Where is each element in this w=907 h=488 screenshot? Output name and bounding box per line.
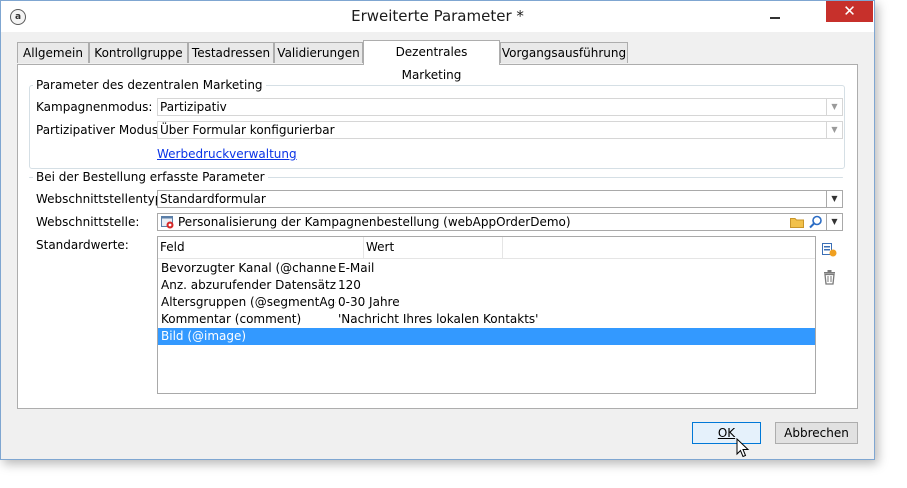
marketing-group-legend: Parameter des dezentralen Marketing (33, 78, 266, 92)
mouse-cursor-icon (736, 438, 750, 458)
minimize-button[interactable] (761, 4, 789, 26)
order-group-legend: Bei der Bestellung erfasste Parameter (33, 170, 268, 184)
search-icon[interactable] (809, 215, 823, 229)
row-value: 0-30 Jahre (338, 295, 400, 309)
tab-validierungen[interactable]: Validierungen (274, 42, 363, 63)
interface-type-label: Webschnittstellentyp: (36, 192, 167, 206)
campaign-mode-select[interactable]: Partizipativ ▼ (157, 98, 843, 116)
webapp-icon (161, 216, 174, 229)
row-field: Kommentar (comment) (161, 312, 302, 326)
interface-type-value: Standardformular (160, 192, 266, 206)
row-field: Altersgruppen (@segmentAge) (161, 295, 336, 309)
close-button[interactable]: ✕ (826, 1, 873, 22)
chevron-down-icon: ▼ (826, 122, 842, 138)
folder-icon[interactable] (790, 216, 804, 228)
interface-type-select[interactable]: Standardformular ▼ (157, 190, 843, 208)
cancel-button-label: Abbrechen (784, 426, 849, 440)
column-header-wert[interactable]: Wert (364, 237, 503, 258)
table-row[interactable]: Bevorzugter Kanal (@channel) E-Mail (158, 260, 815, 277)
tab-testadressen[interactable]: Testadressen (188, 42, 274, 63)
window-title: Erweiterte Parameter * (351, 7, 524, 25)
add-row-icon[interactable] (821, 241, 837, 257)
ok-button[interactable]: OK (692, 422, 761, 444)
interface-select[interactable]: Personalisierung der Kampagnenbestellung… (157, 213, 843, 231)
participative-mode-label: Partizipativer Modus: (36, 123, 163, 137)
tab-kontrollgruppe[interactable]: Kontrollgruppe (89, 42, 188, 63)
table-row[interactable]: Kommentar (comment) 'Nachricht Ihres lok… (158, 311, 815, 328)
werbedruck-link[interactable]: Werbedruckverwaltung (157, 147, 297, 161)
row-value: 120 (338, 278, 361, 292)
chevron-down-icon: ▼ (826, 191, 842, 207)
participative-mode-value: Über Formular konfigurierbar (160, 123, 335, 137)
tab-dezentrales-marketing[interactable]: Dezentrales Marketing (363, 40, 500, 82)
table-header: Feld Wert (158, 237, 815, 259)
chevron-down-icon: ▼ (826, 214, 842, 230)
title-bar[interactable]: a Erweiterte Parameter * ✕ (1, 1, 874, 32)
trash-icon[interactable] (822, 269, 837, 285)
interface-value: Personalisierung der Kampagnenbestellung… (178, 215, 571, 229)
row-field: Bevorzugter Kanal (@channel) (161, 261, 336, 275)
row-field: Anz. abzurufender Datensätze (... (161, 278, 336, 292)
table-row[interactable]: Anz. abzurufender Datensätze (... 120 (158, 277, 815, 294)
ok-button-label: OK (717, 426, 736, 440)
participative-mode-select[interactable]: Über Formular konfigurierbar ▼ (157, 121, 843, 139)
defaults-label: Standardwerte: (36, 238, 129, 252)
tab-vorgangsausfuehrung[interactable]: Vorgangsausführung (500, 42, 628, 63)
column-header-feld[interactable]: Feld (158, 237, 364, 258)
interface-label: Webschnittstelle: (36, 215, 140, 229)
chevron-down-icon: ▼ (826, 99, 842, 115)
table-row-selected[interactable]: Bild (@image) (158, 328, 815, 345)
table-row[interactable]: Altersgruppen (@segmentAge) 0-30 Jahre (158, 294, 815, 311)
row-value: E-Mail (338, 261, 375, 275)
row-value: 'Nachricht Ihres lokalen Kontakts' (338, 312, 539, 326)
tab-allgemein[interactable]: Allgemein (17, 42, 89, 63)
campaign-mode-label: Kampagnenmodus: (36, 100, 153, 114)
dialog-window: a Erweiterte Parameter * ✕ Allgemein Kon… (0, 0, 875, 460)
campaign-mode-value: Partizipativ (160, 100, 227, 114)
cancel-button[interactable]: Abbrechen (775, 422, 858, 444)
defaults-table[interactable]: Feld Wert Bevorzugter Kanal (@channel) E… (157, 236, 816, 394)
row-field: Bild (@image) (161, 329, 247, 343)
